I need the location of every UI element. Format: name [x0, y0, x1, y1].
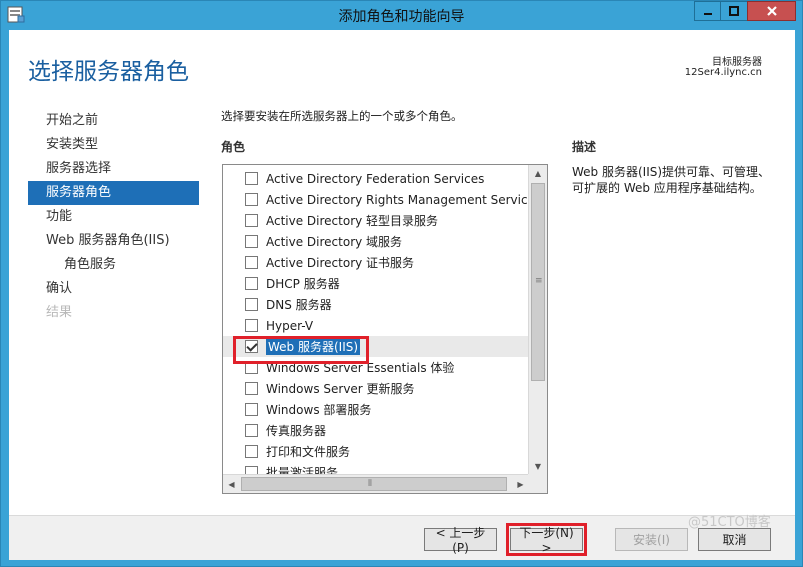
title-bar[interactable]: 添加角色和功能向导: [1, 1, 802, 29]
scroll-up-arrow-icon[interactable]: ▲: [529, 165, 547, 182]
role-label: Active Directory 轻型目录服务: [266, 214, 439, 228]
close-icon: [766, 6, 777, 16]
role-list-item[interactable]: Active Directory 轻型目录服务: [223, 210, 529, 231]
scrollbar-corner: [528, 474, 547, 493]
role-label: Windows 部署服务: [266, 403, 372, 417]
checkbox-icon[interactable]: [245, 382, 258, 395]
maximize-button[interactable]: [720, 1, 748, 21]
role-label: DHCP 服务器: [266, 277, 340, 291]
roles-heading: 角色: [221, 140, 246, 154]
checkbox-icon[interactable]: [245, 361, 258, 374]
grip-icon: ⦀: [368, 479, 372, 489]
role-label: Active Directory 域服务: [266, 235, 403, 249]
wizard-content: 选择服务器角色 目标服务器 12Ser4.ilync.cn 开始之前 安装类型 …: [9, 30, 795, 560]
nav-item-web-server-role[interactable]: Web 服务器角色(IIS): [28, 229, 199, 253]
role-list-item[interactable]: DHCP 服务器: [223, 273, 529, 294]
checkbox-icon[interactable]: [245, 445, 258, 458]
vertical-scroll-thumb[interactable]: ≡: [531, 183, 545, 381]
role-label: Windows Server 更新服务: [266, 382, 415, 396]
nav-item-before-you-begin[interactable]: 开始之前: [28, 109, 199, 133]
description-heading: 描述: [572, 140, 597, 154]
horizontal-scrollbar[interactable]: ◀ ⦀ ▶: [223, 474, 529, 493]
checkbox-icon[interactable]: [245, 298, 258, 311]
nav-item-results: 结果: [46, 305, 73, 320]
checkbox-icon[interactable]: [245, 256, 258, 269]
role-label: 打印和文件服务: [266, 445, 351, 459]
role-list-item[interactable]: Windows Server 更新服务: [223, 378, 529, 399]
close-button[interactable]: [747, 1, 796, 21]
checkbox-icon[interactable]: [245, 172, 258, 185]
scroll-right-arrow-icon[interactable]: ▶: [512, 475, 529, 493]
page-title: 选择服务器角色: [28, 59, 189, 85]
role-label: 传真服务器: [266, 424, 327, 438]
checkbox-checked-icon[interactable]: [245, 340, 258, 353]
wizard-steps-nav: 开始之前 安装类型 服务器选择 服务器角色 功能 Web 服务器角色(IIS) …: [28, 109, 199, 325]
checkbox-icon[interactable]: [245, 319, 258, 332]
role-list-item[interactable]: DNS 服务器: [223, 294, 529, 315]
role-label: Web 服务器(IIS): [266, 338, 361, 355]
nav-item-installation-type[interactable]: 安装类型: [28, 133, 199, 157]
nav-item-role-services[interactable]: 角色服务: [28, 253, 199, 277]
scroll-down-arrow-icon[interactable]: ▼: [529, 458, 547, 475]
next-button[interactable]: 下一步(N) >: [510, 526, 583, 555]
minimize-button[interactable]: [694, 1, 721, 21]
checkbox-icon[interactable]: [245, 424, 258, 437]
role-label: DNS 服务器: [266, 298, 332, 312]
role-label: Active Directory Federation Services: [266, 171, 485, 186]
role-list-item[interactable]: Hyper-V: [223, 315, 529, 336]
scroll-left-arrow-icon[interactable]: ◀: [223, 475, 240, 493]
role-list-item[interactable]: Active Directory Rights Management Servi…: [223, 189, 529, 210]
role-list-item[interactable]: Windows 部署服务: [223, 399, 529, 420]
description-text: Web 服务器(IIS)提供可靠、可管理、可扩展的 Web 应用程序基础结构。: [572, 165, 771, 195]
role-list-item[interactable]: Active Directory Federation Services: [223, 168, 529, 189]
target-server-name: 12Ser4.ilync.cn: [684, 67, 762, 78]
checkbox-icon[interactable]: [245, 277, 258, 290]
cancel-button[interactable]: 取消: [698, 528, 771, 551]
checkbox-icon[interactable]: [245, 214, 258, 227]
window-title: 添加角色和功能向导: [338, 9, 465, 25]
checkbox-icon[interactable]: [245, 403, 258, 416]
role-list-item[interactable]: 传真服务器: [223, 420, 529, 441]
role-list-item[interactable]: 打印和文件服务: [223, 441, 529, 462]
checkbox-icon[interactable]: [245, 235, 258, 248]
target-server-label: 目标服务器: [712, 57, 762, 68]
install-button: 安装(I): [615, 528, 688, 551]
watermark: @51CTO博客: [688, 515, 771, 530]
role-list-item[interactable]: Active Directory 域服务: [223, 231, 529, 252]
nav-item-server-selection[interactable]: 服务器选择: [28, 157, 199, 181]
roles-list[interactable]: Active Directory Federation Services Acti…: [222, 164, 548, 494]
nav-item-features[interactable]: 功能: [28, 205, 199, 229]
roles-list-items: Active Directory Federation Services Acti…: [223, 165, 529, 475]
checkbox-icon[interactable]: [245, 193, 258, 206]
previous-button[interactable]: < 上一步(P): [424, 526, 497, 555]
wizard-button-bar: < 上一步(P) 下一步(N) > 安装(I) 取消: [9, 515, 795, 560]
instruction-text: 选择要安装在所选服务器上的一个或多个角色。: [221, 109, 463, 123]
horizontal-scroll-thumb[interactable]: ⦀: [241, 477, 507, 491]
role-label: Active Directory 证书服务: [266, 256, 415, 270]
maximize-icon: [729, 6, 739, 16]
nav-item-server-roles[interactable]: 服务器角色: [28, 181, 199, 205]
nav-item-confirmation[interactable]: 确认: [28, 277, 199, 301]
role-label: Hyper-V: [266, 318, 314, 333]
role-list-item[interactable]: Windows Server Essentials 体验: [223, 357, 529, 378]
minimize-icon: [703, 13, 712, 15]
role-list-item[interactable]: Web 服务器(IIS): [223, 336, 529, 357]
grip-icon: ≡: [535, 276, 543, 286]
wizard-window: 添加角色和功能向导 选择服务器角色 目标服务器 12Ser4.ilync.cn …: [0, 0, 803, 567]
role-label: Windows Server Essentials 体验: [266, 361, 455, 375]
vertical-scrollbar[interactable]: ▲ ≡ ▼: [528, 165, 547, 475]
role-label: Active Directory Rights Management Servi…: [266, 192, 529, 207]
role-list-item[interactable]: Active Directory 证书服务: [223, 252, 529, 273]
